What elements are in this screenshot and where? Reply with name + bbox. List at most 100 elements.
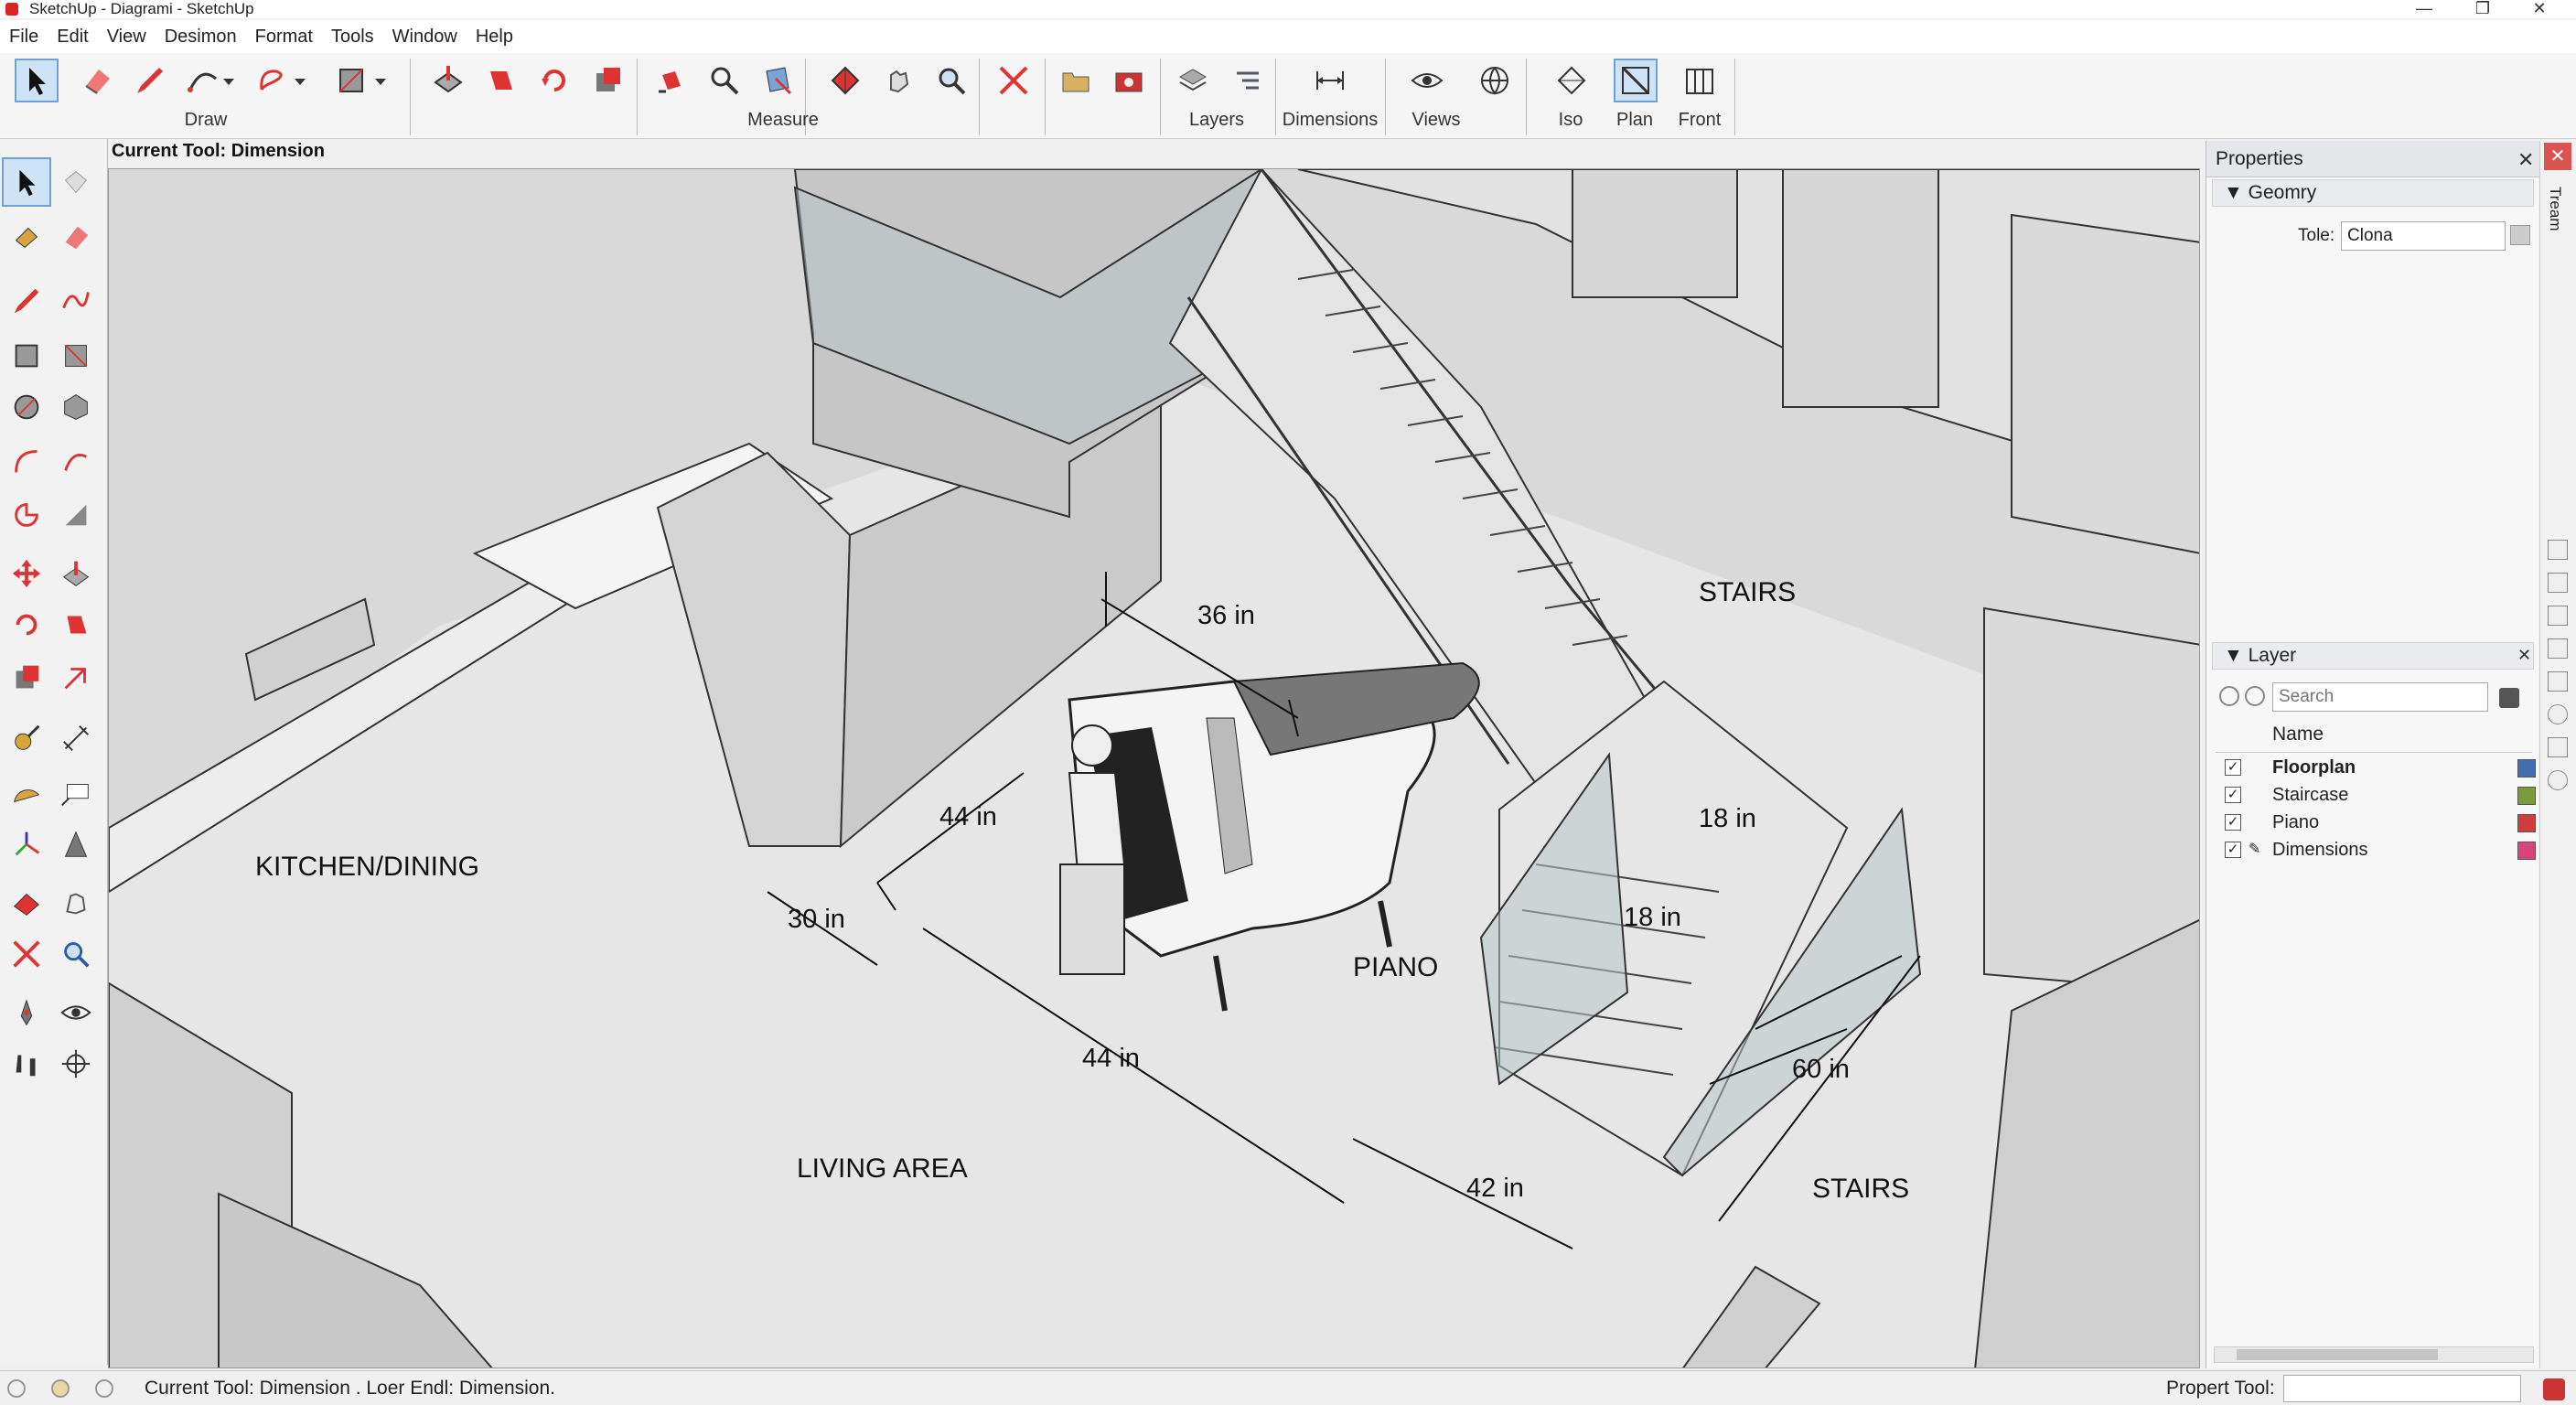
tool-line[interactable] xyxy=(2,276,51,326)
layer-visible-checkbox[interactable]: ✓ xyxy=(2225,814,2241,831)
remove-layer-icon[interactable] xyxy=(2245,686,2265,706)
layer-color-swatch[interactable] xyxy=(2517,814,2536,832)
dimension-44in-living[interactable]: 44 in xyxy=(1082,1044,1140,1074)
scale-tool-button[interactable] xyxy=(585,59,629,102)
tool-axes[interactable] xyxy=(2,820,51,869)
rectangle-tool-button[interactable] xyxy=(329,59,373,102)
tray-icon-8[interactable] xyxy=(2548,770,2568,790)
menu-format[interactable]: Format xyxy=(246,27,322,48)
credits-icon[interactable] xyxy=(51,1379,70,1398)
dimension-42in[interactable]: 42 in xyxy=(1466,1174,1524,1204)
tool-zoom[interactable] xyxy=(51,929,101,979)
tool-position-camera[interactable] xyxy=(2,988,51,1037)
tool-protractor[interactable] xyxy=(2,768,51,818)
dimension-18in-upper[interactable]: 18 in xyxy=(1699,804,1756,834)
close-icon[interactable]: ✕ xyxy=(2517,646,2531,665)
plan-view-button[interactable] xyxy=(1614,59,1658,102)
tray-tab-label[interactable]: Tream xyxy=(2546,187,2564,231)
iso-view-button[interactable] xyxy=(1550,59,1594,102)
measurements-box[interactable] xyxy=(2283,1375,2521,1402)
rectangle-dropdown[interactable] xyxy=(371,59,390,102)
tray-icon-5[interactable] xyxy=(2548,671,2568,692)
layer-row-floorplan[interactable]: ✓ Floorplan xyxy=(2216,754,2538,781)
tool-rectangle[interactable] xyxy=(2,331,51,381)
dimension-30in[interactable]: 30 in xyxy=(788,905,845,935)
tool-section-plane[interactable] xyxy=(51,1039,101,1089)
dimension-44in-piano[interactable]: 44 in xyxy=(939,802,997,832)
tray-icon-6[interactable] xyxy=(2548,704,2568,724)
orbit-button[interactable] xyxy=(823,59,867,102)
pan-button[interactable] xyxy=(876,59,920,102)
close-window-button[interactable]: ✕ xyxy=(2521,0,2558,18)
tool-rotated-rectangle[interactable] xyxy=(51,331,101,381)
views-button[interactable] xyxy=(1405,59,1449,102)
close-tray-button[interactable]: ✕ xyxy=(2544,143,2571,170)
dimension-18in-lower[interactable]: 18 in xyxy=(1624,903,1681,933)
menu-edit[interactable]: Edit xyxy=(48,27,97,48)
tool-freehand[interactable] xyxy=(51,276,101,326)
zoom-extents-button[interactable] xyxy=(992,59,1036,102)
layer-section-header[interactable]: ▼ Layer xyxy=(2212,642,2534,670)
add-layer-icon[interactable] xyxy=(2219,686,2239,706)
geometry-section-header[interactable]: ▼ Geomry xyxy=(2212,179,2534,207)
section-plane-button[interactable] xyxy=(756,59,800,102)
restore-button[interactable]: ❐ xyxy=(2464,0,2501,18)
tool-pan[interactable] xyxy=(51,878,101,928)
menu-tools[interactable]: Tools xyxy=(322,27,383,48)
menu-desimon[interactable]: Desimon xyxy=(156,27,246,48)
layer-row-dimensions[interactable]: ✓ ✎ Dimensions xyxy=(2216,836,2538,863)
menu-help[interactable]: Help xyxy=(467,27,522,48)
tray-icon-1[interactable] xyxy=(2548,540,2568,560)
layer-visible-checkbox[interactable]: ✓ xyxy=(2225,759,2241,776)
components-button[interactable] xyxy=(1054,59,1098,102)
tool-polygon[interactable] xyxy=(51,382,101,432)
zoom-button[interactable] xyxy=(929,59,973,102)
layer-details-icon[interactable] xyxy=(2499,688,2519,708)
tool-2pt-arc[interactable] xyxy=(51,437,101,487)
shape-tool-button[interactable] xyxy=(251,59,295,102)
front-view-button[interactable] xyxy=(1678,59,1722,102)
dimension-36in[interactable]: 36 in xyxy=(1197,601,1255,631)
tool-push-pull[interactable] xyxy=(51,549,101,598)
menu-file[interactable]: File xyxy=(0,27,48,48)
push-pull-button[interactable] xyxy=(426,59,470,102)
layer-list-button[interactable] xyxy=(1226,59,1270,102)
close-icon[interactable]: ✕ xyxy=(2517,148,2534,172)
tool-tape-measure[interactable] xyxy=(2,713,51,763)
layer-color-swatch[interactable] xyxy=(2517,842,2536,860)
globe-button[interactable] xyxy=(1473,59,1517,102)
layer-row-staircase[interactable]: ✓ Staircase xyxy=(2216,781,2538,809)
tole-field[interactable] xyxy=(2341,221,2506,251)
tool-walk[interactable] xyxy=(2,1039,51,1089)
panel-horizontal-scrollbar[interactable] xyxy=(2214,1346,2534,1363)
layer-name-column-header[interactable]: Name xyxy=(2272,719,2324,750)
tool-arc[interactable] xyxy=(2,437,51,487)
tool-select[interactable] xyxy=(2,157,51,207)
tool-paint[interactable] xyxy=(2,212,51,262)
tool-move[interactable] xyxy=(2,549,51,598)
scrollbar-thumb[interactable] xyxy=(2237,1349,2438,1360)
tool-offset-shape[interactable] xyxy=(51,490,101,540)
tool-dimension[interactable] xyxy=(51,713,101,763)
ruby-console-icon[interactable] xyxy=(2543,1378,2565,1400)
tool-offset[interactable] xyxy=(51,653,101,702)
layer-visible-checkbox[interactable]: ✓ xyxy=(2225,787,2241,803)
rotate-tool-button[interactable] xyxy=(532,59,576,102)
pencil-tool-button[interactable] xyxy=(128,59,172,102)
menu-window[interactable]: Window xyxy=(383,27,467,48)
tole-picker-icon[interactable] xyxy=(2510,225,2530,245)
minimize-button[interactable]: — xyxy=(2406,0,2442,18)
warehouse-button[interactable] xyxy=(1107,59,1151,102)
tool-follow-me[interactable] xyxy=(51,600,101,649)
geolocation-icon[interactable] xyxy=(7,1379,26,1398)
tape-measure-button[interactable] xyxy=(703,59,746,102)
tool-text[interactable] xyxy=(51,768,101,818)
tray-icon-2[interactable] xyxy=(2548,573,2568,593)
tool-circle[interactable] xyxy=(2,382,51,432)
follow-me-button[interactable] xyxy=(479,59,523,102)
layer-row-piano[interactable]: ✓ Piano xyxy=(2216,809,2538,836)
eraser-tool-button[interactable] xyxy=(75,59,119,102)
shape-dropdown[interactable] xyxy=(291,59,309,102)
tool-3d-text[interactable] xyxy=(51,820,101,869)
tool-orbit[interactable] xyxy=(2,878,51,928)
